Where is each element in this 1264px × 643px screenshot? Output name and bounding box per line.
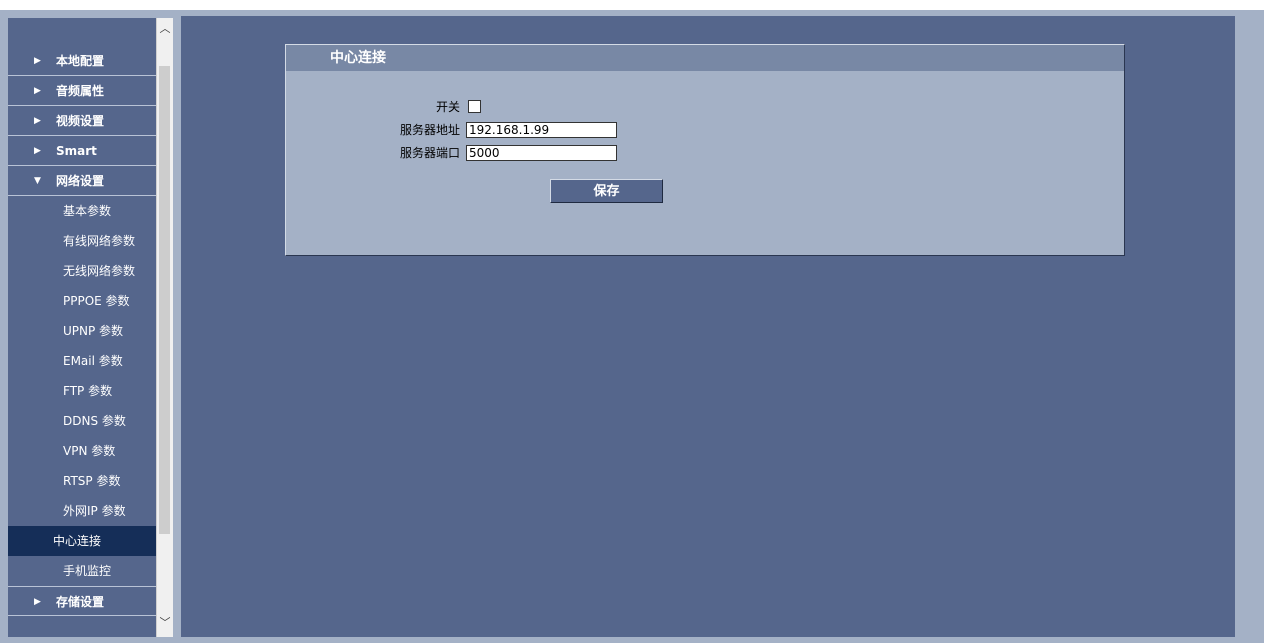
sidebar-item-label: 存储设置 <box>56 595 105 609</box>
expand-arrow-icon: ▶ <box>34 116 41 126</box>
sidebar-item-label: 本地配置 <box>56 54 105 68</box>
sidebar-item-label: 视频设置 <box>56 114 105 128</box>
sidebar-menu: ▶ 本地配置 ▶ 音频属性 ▶ 视频设置 ▶ Smart ▼ 网络设置 基本参数… <box>8 18 156 637</box>
sidebar-item-label: Smart <box>56 144 97 158</box>
scroll-down-icon[interactable]: ﹀ <box>157 614 173 631</box>
server-address-row: 服务器地址 <box>286 120 460 140</box>
sub-item-vpn[interactable]: VPN 参数 <box>8 436 156 466</box>
server-port-input[interactable]: 5000 <box>466 145 617 161</box>
sidebar-item-smart[interactable]: ▶ Smart <box>8 136 156 166</box>
expand-arrow-icon: ▶ <box>34 56 41 66</box>
sidebar-item-audio[interactable]: ▶ 音频属性 <box>8 76 156 106</box>
switch-label: 开关 <box>435 100 460 114</box>
sidebar-item-video[interactable]: ▶ 视频设置 <box>8 106 156 136</box>
sidebar-item-network[interactable]: ▼ 网络设置 <box>8 166 156 196</box>
collapse-arrow-icon: ▼ <box>34 176 41 186</box>
sidebar-item-storage[interactable]: ▶ 存储设置 <box>8 586 156 616</box>
sub-item-wireless-network[interactable]: 无线网络参数 <box>8 256 156 286</box>
scroll-up-icon[interactable]: ︿ <box>157 20 173 37</box>
sidebar-scrollbar[interactable]: ︿ ﹀ <box>156 18 173 637</box>
sub-item-upnp[interactable]: UPNP 参数 <box>8 316 156 346</box>
content-area: 中心连接 开关 服务器地址 192.168.1.99 服务器端口 5000 保存 <box>181 16 1235 637</box>
expand-arrow-icon: ▶ <box>34 86 41 96</box>
sub-item-wired-network[interactable]: 有线网络参数 <box>8 226 156 256</box>
sub-item-ftp[interactable]: FTP 参数 <box>8 376 156 406</box>
expand-arrow-icon: ▶ <box>34 597 41 607</box>
sub-item-mobile-monitor[interactable]: 手机监控 <box>8 556 156 586</box>
server-address-input[interactable]: 192.168.1.99 <box>466 122 617 138</box>
server-port-label: 服务器端口 <box>399 146 460 160</box>
sub-item-external-ip[interactable]: 外网IP 参数 <box>8 496 156 526</box>
sub-item-basic-params[interactable]: 基本参数 <box>8 196 156 226</box>
server-address-label: 服务器地址 <box>399 123 460 137</box>
scroll-thumb[interactable] <box>159 66 170 534</box>
sub-item-center-connection[interactable]: 中心连接 <box>8 526 156 556</box>
switch-row: 开关 <box>286 97 460 117</box>
center-connection-panel: 中心连接 开关 服务器地址 192.168.1.99 服务器端口 5000 保存 <box>285 44 1125 256</box>
menu-list: ▶ 本地配置 ▶ 音频属性 ▶ 视频设置 ▶ Smart ▼ 网络设置 基本参数… <box>8 46 156 616</box>
sub-item-rtsp[interactable]: RTSP 参数 <box>8 466 156 496</box>
panel-title: 中心连接 <box>286 45 1124 71</box>
switch-checkbox[interactable] <box>468 100 481 113</box>
sidebar-item-local-config[interactable]: ▶ 本地配置 <box>8 46 156 76</box>
expand-arrow-icon: ▶ <box>34 146 41 156</box>
sub-item-pppoe[interactable]: PPPOE 参数 <box>8 286 156 316</box>
sidebar-item-label: 音频属性 <box>56 84 105 98</box>
save-button[interactable]: 保存 <box>550 179 663 203</box>
sub-item-email[interactable]: EMail 参数 <box>8 346 156 376</box>
server-port-row: 服务器端口 <box>286 143 460 163</box>
sidebar-item-label: 网络设置 <box>56 174 105 188</box>
sub-item-ddns[interactable]: DDNS 参数 <box>8 406 156 436</box>
